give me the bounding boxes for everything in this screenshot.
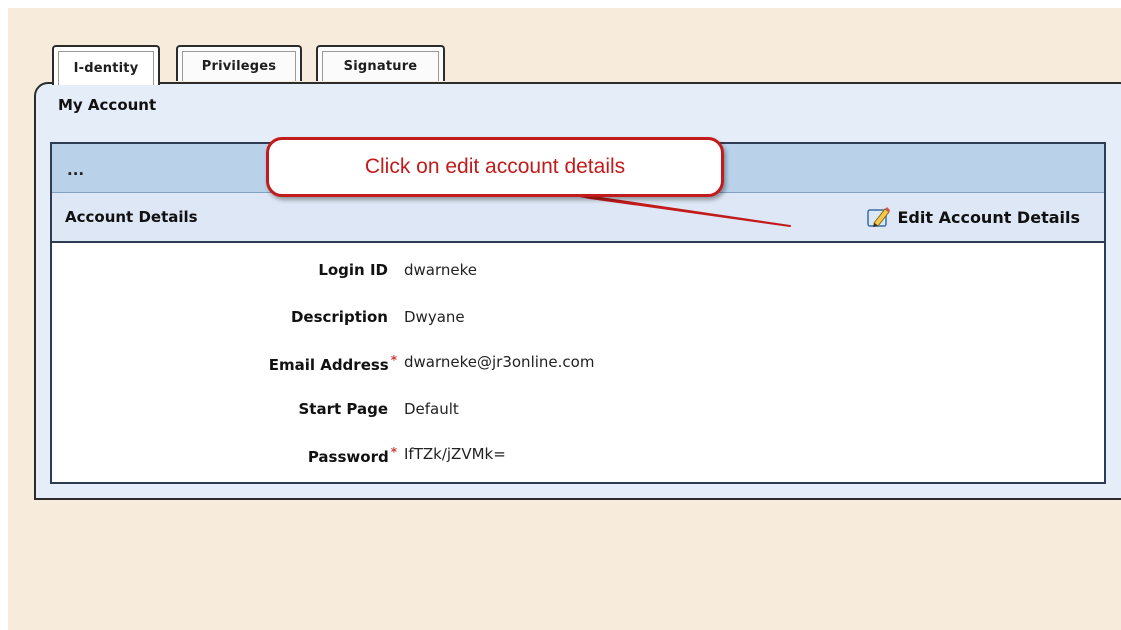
callout-text: Click on edit account details <box>364 155 626 178</box>
callout-pointer <box>559 191 791 227</box>
annotation-callout: Click on edit account details <box>266 137 724 197</box>
